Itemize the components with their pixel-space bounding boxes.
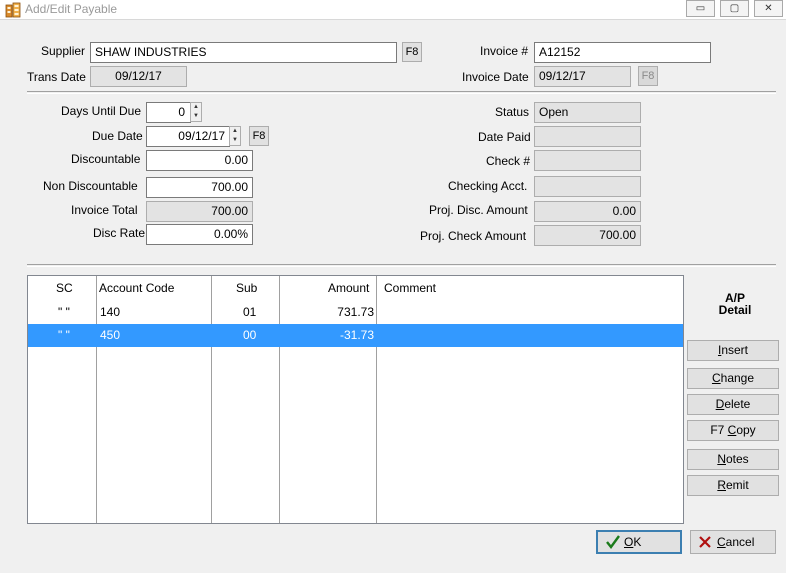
- invoice-date-label: Invoice Date: [462, 70, 529, 84]
- maximize-button[interactable]: ▢: [720, 0, 749, 17]
- invoice-total-field: 700.00: [146, 201, 253, 222]
- days-until-due-field[interactable]: 0: [146, 102, 191, 123]
- invoice-date-field: 09/12/17: [534, 66, 631, 87]
- close-icon: ✕: [764, 3, 773, 14]
- status-field: Open: [534, 102, 641, 123]
- table-row[interactable]: " " 140 01 731.73: [28, 301, 683, 324]
- checking-account-field: [534, 176, 641, 197]
- invoice-number-field[interactable]: A12152: [534, 42, 711, 63]
- status-label: Status: [495, 105, 530, 119]
- close-button[interactable]: ✕: [754, 0, 783, 17]
- date-paid-label: Date Paid: [478, 130, 531, 144]
- column-header-sub[interactable]: Sub: [236, 281, 257, 295]
- cell-sub: 01: [243, 305, 257, 319]
- spin-up-icon[interactable]: ▲: [230, 127, 240, 136]
- cell-sc: " ": [58, 305, 70, 319]
- remit-button[interactable]: Remit: [687, 475, 779, 496]
- cancel-label: Cancel: [717, 535, 755, 549]
- window-title: Add/Edit Payable: [25, 2, 118, 16]
- non-discountable-label: Non Discountable: [43, 179, 138, 193]
- cell-sc: " ": [58, 328, 70, 342]
- change-button[interactable]: Change: [687, 368, 779, 389]
- cancel-button[interactable]: Cancel: [690, 530, 776, 554]
- column-header-amount[interactable]: Amount: [328, 281, 369, 295]
- proj-disc-amount-field: 0.00: [534, 201, 641, 222]
- disc-rate-label: Disc Rate: [93, 226, 146, 240]
- column-header-sc[interactable]: SC: [56, 281, 73, 295]
- discountable-label: Discountable: [71, 152, 141, 166]
- days-until-due-label: Days Until Due: [61, 104, 142, 118]
- minimize-button[interactable]: ▭: [686, 0, 715, 17]
- separator: [27, 91, 776, 94]
- notes-button[interactable]: Notes: [687, 449, 779, 470]
- proj-disc-amount-label: Proj. Disc. Amount: [429, 203, 528, 217]
- due-date-spinner[interactable]: ▲ ▼: [229, 126, 241, 146]
- proj-check-amount-field: 700.00: [534, 225, 641, 246]
- maximize-icon: ▢: [729, 3, 740, 14]
- ap-detail-title-line2: Detail: [718, 303, 752, 317]
- copy-button[interactable]: F7 Copy: [687, 420, 779, 441]
- trans-date-label: Trans Date: [27, 70, 86, 84]
- cancel-x-icon: [699, 536, 711, 548]
- delete-button[interactable]: Delete: [687, 394, 779, 415]
- checkmark-icon: [606, 535, 620, 549]
- spin-up-icon[interactable]: ▲: [191, 103, 201, 112]
- invoice-date-lookup-button: F8: [638, 66, 658, 86]
- disc-rate-field[interactable]: 0.00%: [146, 224, 253, 245]
- cell-amount: -31.73: [339, 328, 374, 342]
- spin-down-icon[interactable]: ▼: [191, 112, 201, 121]
- title-bar: Add/Edit Payable ▭ ▢ ✕: [0, 0, 786, 20]
- ok-label: OK: [624, 535, 642, 549]
- check-number-label: Check #: [486, 154, 531, 168]
- due-date-field[interactable]: 09/12/17: [146, 126, 230, 147]
- cell-account-code: 140: [100, 305, 121, 319]
- date-paid-field: [534, 126, 641, 147]
- ok-button[interactable]: OK: [596, 530, 682, 554]
- supplier-field[interactable]: SHAW INDUSTRIES: [90, 42, 397, 63]
- cell-account-code: 450: [100, 328, 121, 342]
- discountable-field[interactable]: 0.00: [146, 150, 253, 171]
- non-discountable-field[interactable]: 700.00: [146, 177, 253, 198]
- table-row-selected[interactable]: " " 450 00 -31.73: [28, 324, 683, 347]
- supplier-label: Supplier: [41, 44, 86, 58]
- invoice-number-label: Invoice #: [480, 44, 529, 58]
- minimize-icon: ▭: [695, 3, 706, 14]
- dialog-body: Supplier SHAW INDUSTRIES F8 Trans Date 0…: [0, 20, 786, 573]
- days-until-due-spinner[interactable]: ▲ ▼: [190, 102, 202, 122]
- trans-date-field: 09/12/17: [90, 66, 187, 87]
- due-date-label: Due Date: [92, 129, 143, 143]
- cell-amount: 731.73: [337, 305, 374, 319]
- cell-sub: 00: [243, 328, 257, 342]
- column-header-account-code[interactable]: Account Code: [99, 281, 174, 295]
- ap-detail-title: A/P Detail: [702, 292, 768, 316]
- supplier-lookup-button[interactable]: F8: [402, 42, 422, 62]
- proj-check-amount-label: Proj. Check Amount: [420, 229, 527, 243]
- checking-account-label: Checking Acct.: [448, 179, 528, 193]
- check-number-field: [534, 150, 641, 171]
- due-date-lookup-button[interactable]: F8: [249, 126, 269, 146]
- column-header-comment[interactable]: Comment: [384, 281, 436, 295]
- app-icon: [5, 2, 21, 18]
- spin-down-icon[interactable]: ▼: [230, 136, 240, 145]
- separator: [27, 264, 776, 267]
- insert-button[interactable]: Insert: [687, 340, 779, 361]
- invoice-total-label: Invoice Total: [71, 203, 138, 217]
- detail-grid[interactable]: SC Account Code Sub Amount Comment " " 1…: [27, 275, 684, 524]
